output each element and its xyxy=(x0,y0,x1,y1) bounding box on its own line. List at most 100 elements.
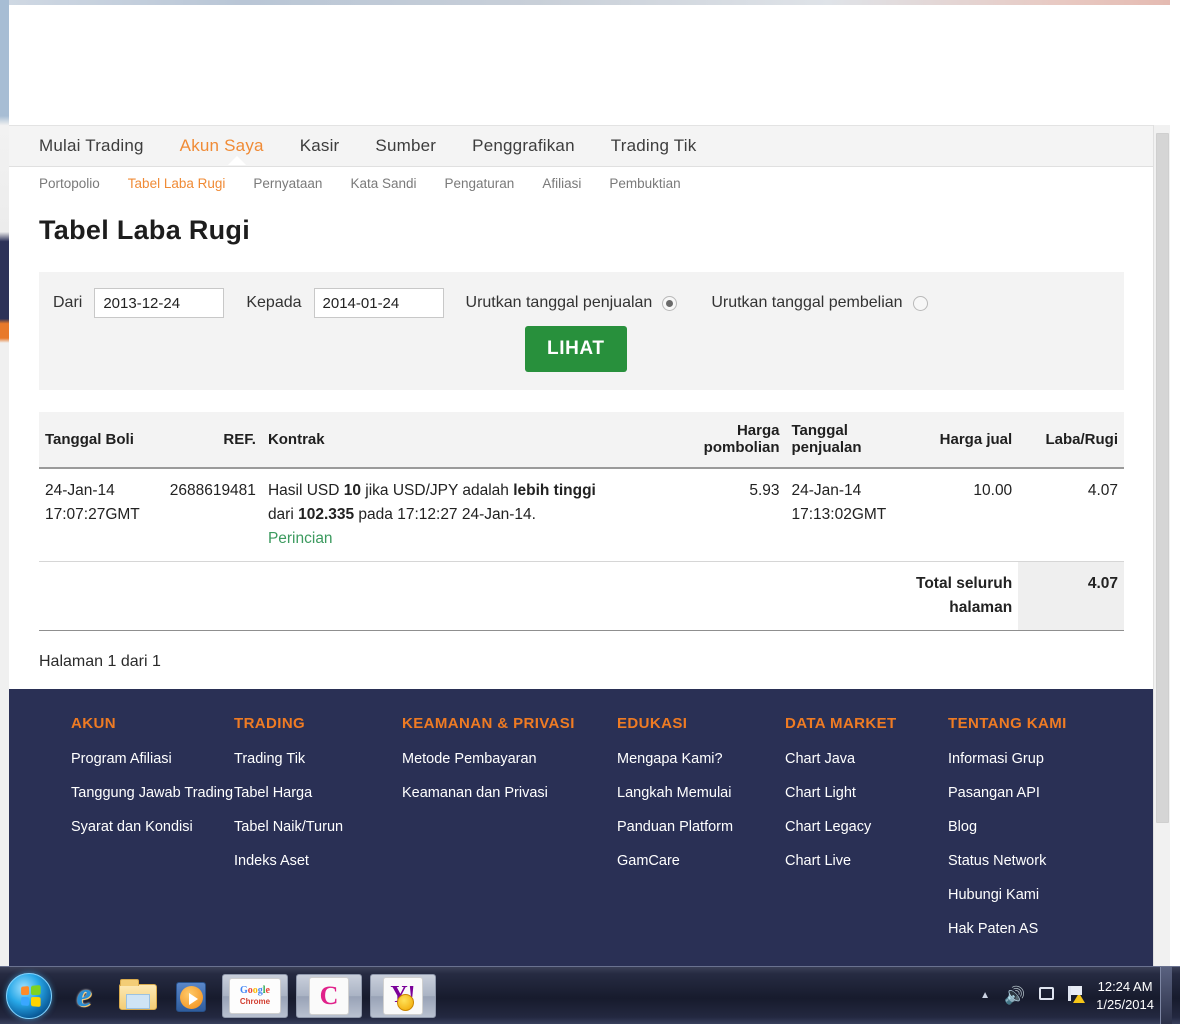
footer-column-trading: TRADING Trading Tik Tabel Harga Tabel Na… xyxy=(234,715,402,955)
footer-link-hubungi-kami[interactable]: Hubungi Kami xyxy=(948,887,1116,903)
pagination-text: Halaman 1 dari 1 xyxy=(39,652,161,670)
windows-taskbar: e Google Chrome C Y! xyxy=(0,966,1180,1024)
windows-explorer-icon[interactable] xyxy=(116,974,160,1018)
subnav-item-pernyataan[interactable]: Pernyataan xyxy=(253,176,322,191)
mainnav-item-penggrafikan[interactable]: Penggrafikan xyxy=(472,136,575,156)
view-submit-button[interactable]: LIHAT xyxy=(525,326,627,372)
viewport-right-margin xyxy=(1170,0,1180,966)
vertical-scrollbar[interactable] xyxy=(1153,125,1170,966)
ie-e-glyph: e xyxy=(76,976,92,1014)
footer-column-data-market: DATA MARKET Chart Java Chart Light Chart… xyxy=(785,715,948,955)
footer-link-trading-tik[interactable]: Trading Tik xyxy=(234,751,402,767)
show-hidden-icons-icon[interactable]: ▲ xyxy=(980,990,990,1001)
taskbar-window-google-chrome[interactable]: Google Chrome xyxy=(222,973,288,1018)
contract-line-1: Hasil USD 10 jika USD/JPY adalah lebih t… xyxy=(268,479,674,503)
filter-panel: Dari Kepada Urutkan tanggal penjualan Ur… xyxy=(39,272,1124,390)
footer-link-chart-legacy[interactable]: Chart Legacy xyxy=(785,819,948,835)
footer-link-chart-java[interactable]: Chart Java xyxy=(785,751,948,767)
to-date-input[interactable] xyxy=(313,288,444,318)
footer-link-indeks-aset[interactable]: Indeks Aset xyxy=(234,853,402,869)
footer-link-pasangan-api[interactable]: Pasangan API xyxy=(948,785,1116,801)
footer-link-tanggung-jawab-trading[interactable]: Tanggung Jawab Trading xyxy=(71,785,234,801)
page-title: Tabel Laba Rugi xyxy=(39,215,251,245)
footer-column-akun: AKUN Program Afiliasi Tanggung Jawab Tra… xyxy=(71,715,234,955)
internet-explorer-icon[interactable]: e xyxy=(62,974,106,1018)
yahoo-smiley-icon xyxy=(397,993,414,1011)
footer-link-chart-light[interactable]: Chart Light xyxy=(785,785,948,801)
network-icon[interactable] xyxy=(1039,986,1055,1005)
total-spacer xyxy=(39,560,902,631)
cell-buy-price: 5.93 xyxy=(749,481,780,499)
taskbar-window-camtasia[interactable]: C xyxy=(296,973,362,1018)
th-sell-date: Tanggal penjualan xyxy=(785,412,902,469)
mainnav-item-mulai-trading[interactable]: Mulai Trading xyxy=(39,136,144,156)
footer-link-informasi-grup[interactable]: Informasi Grup xyxy=(948,751,1116,767)
yahoo-messenger-icon: Y! xyxy=(383,976,423,1015)
sort-sell-date-radio[interactable] xyxy=(662,295,678,311)
contract-text-c: dari xyxy=(267,505,299,523)
start-button-icon[interactable] xyxy=(6,972,52,1019)
taskbar-window-yahoo-messenger[interactable]: Y! xyxy=(370,973,436,1018)
footer-link-syarat-dan-kondisi[interactable]: Syarat dan Kondisi xyxy=(71,819,234,835)
mainnav-item-sumber[interactable]: Sumber xyxy=(375,136,436,156)
footer-link-mengapa-kami[interactable]: Mengapa Kami? xyxy=(617,751,785,767)
mainnav-item-trading-tik[interactable]: Trading Tik xyxy=(611,136,697,156)
footer-link-gamcare[interactable]: GamCare xyxy=(617,853,785,869)
windows-media-player-icon[interactable] xyxy=(170,974,214,1018)
sort-sell-date-label: Urutkan tanggal penjualan xyxy=(465,294,653,311)
mainnav-item-akun-saya[interactable]: Akun Saya xyxy=(180,136,264,165)
footer-link-program-afiliasi[interactable]: Program Afiliasi xyxy=(71,751,234,767)
cell-buy-date: 24-Jan-14 17:07:27GMT xyxy=(39,468,152,562)
contract-text-a: Hasil USD xyxy=(267,481,344,499)
th-sell-price: Harga jual xyxy=(901,412,1019,469)
volume-icon[interactable]: 🔊 xyxy=(1004,986,1025,1006)
filter-row: Dari Kepada Urutkan tanggal penjualan Ur… xyxy=(53,286,1110,320)
camtasia-icon: C xyxy=(309,976,349,1015)
footer-link-tabel-harga[interactable]: Tabel Harga xyxy=(234,785,402,801)
table-body: 24-Jan-14 17:07:27GMT 2688619481 Hasil U… xyxy=(39,468,1124,631)
subnav-item-portopolio[interactable]: Portopolio xyxy=(39,176,100,191)
system-tray: ▲ 🔊 12:24 AM 1/25/2014 xyxy=(973,966,1180,1024)
contract-details-link[interactable]: Perincian xyxy=(268,527,674,551)
scrollbar-thumb[interactable] xyxy=(1156,133,1169,823)
footer-link-keamanan-dan-privasi[interactable]: Keamanan dan Privasi xyxy=(402,785,617,801)
footer-link-panduan-platform[interactable]: Panduan Platform xyxy=(617,819,785,835)
footer-link-chart-live[interactable]: Chart Live xyxy=(785,853,948,869)
cell-profit-loss: 4.07 xyxy=(1087,481,1118,499)
main-navigation: Mulai Trading Akun Saya Kasir Sumber Pen… xyxy=(9,125,1161,167)
sort-buy-date-radio[interactable] xyxy=(912,295,928,311)
from-date-input[interactable] xyxy=(94,288,225,318)
active-tab-caret-icon xyxy=(227,156,246,165)
subnav-item-pengaturan[interactable]: Pengaturan xyxy=(445,176,515,191)
page-content: Tabel Laba Rugi Dari Kepada Urutkan tang… xyxy=(9,215,1161,671)
total-value: 4.07 xyxy=(1018,560,1124,631)
page-blank-header xyxy=(9,5,1161,125)
cell-contract: Hasil USD 10 jika USD/JPY adalah lebih t… xyxy=(262,468,680,562)
show-desktop-button[interactable] xyxy=(1160,966,1172,1024)
media-player-icon xyxy=(176,981,206,1012)
subnav-item-kata-sandi[interactable]: Kata Sandi xyxy=(350,176,416,191)
subnav-item-afiliasi[interactable]: Afiliasi xyxy=(542,176,581,191)
footer-link-blog[interactable]: Blog xyxy=(948,819,1116,835)
action-center-icon[interactable] xyxy=(1068,985,1086,1006)
footer-link-hak-paten-as[interactable]: Hak Paten AS xyxy=(948,921,1116,937)
contract-line-2: dari 102.335 pada 17:12:27 24-Jan-14. xyxy=(268,503,674,527)
footer-link-metode-pembayaran[interactable]: Metode Pembayaran xyxy=(402,751,617,767)
mainnav-item-kasir[interactable]: Kasir xyxy=(300,136,340,156)
folder-document-icon xyxy=(126,993,150,1009)
footer-link-status-network[interactable]: Status Network xyxy=(948,853,1116,869)
subnav-item-pembuktian[interactable]: Pembuktian xyxy=(609,176,680,191)
contract-direction: lebih tinggi xyxy=(513,481,596,499)
sort-buy-date-label: Urutkan tanggal pembelian xyxy=(711,294,903,311)
screen: Mulai Trading Akun Saya Kasir Sumber Pen… xyxy=(0,0,1180,1024)
th-contract: Kontrak xyxy=(261,412,680,469)
footer-link-tabel-naik-turun[interactable]: Tabel Naik/Turun xyxy=(234,819,402,835)
footer-heading-akun: AKUN xyxy=(71,714,116,732)
footer-link-langkah-memulai[interactable]: Langkah Memulai xyxy=(617,785,785,801)
clock[interactable]: 12:24 AM 1/25/2014 xyxy=(1096,978,1154,1013)
contract-text-b: jika USD/JPY adalah xyxy=(360,481,514,499)
footer-heading-data-market: DATA MARKET xyxy=(785,714,897,732)
clock-time: 12:24 AM xyxy=(1097,978,1153,994)
chrome-wordmark: Google xyxy=(239,984,270,996)
subnav-item-tabel-laba-rugi[interactable]: Tabel Laba Rugi xyxy=(128,176,226,191)
